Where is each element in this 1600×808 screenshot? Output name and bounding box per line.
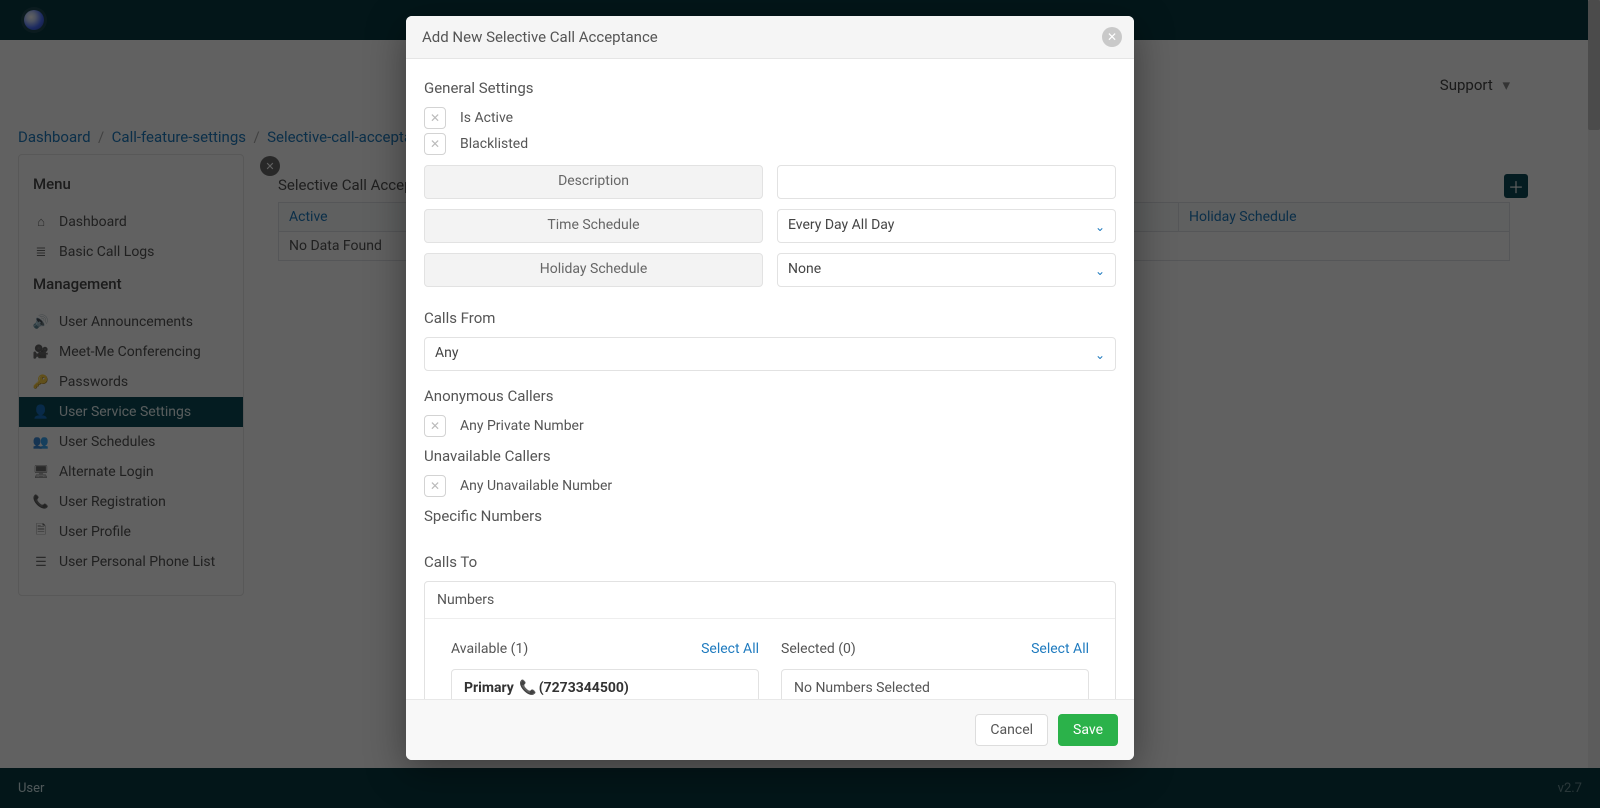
description-label: Description xyxy=(424,165,763,199)
holiday-schedule-select[interactable]: None ⌄ xyxy=(777,253,1116,287)
available-number-prefix: Primary xyxy=(464,680,514,696)
modal-close-button[interactable]: ✕ xyxy=(1102,27,1122,47)
holiday-schedule-label: Holiday Schedule xyxy=(424,253,763,287)
close-icon: ✕ xyxy=(1107,30,1117,44)
section-unavail-callers: Unavailable Callers xyxy=(424,447,1116,465)
chevron-down-icon: ⌄ xyxy=(1095,220,1105,234)
section-general: General Settings xyxy=(424,79,1116,97)
holiday-schedule-value: None xyxy=(788,261,821,277)
section-calls-from: Calls From xyxy=(424,309,1116,327)
selected-heading: Selected (0) xyxy=(781,641,856,657)
description-input[interactable] xyxy=(777,165,1116,199)
section-calls-to: Calls To xyxy=(424,553,1116,571)
available-heading: Available (1) xyxy=(451,641,528,657)
modal-title: Add New Selective Call Acceptance xyxy=(422,28,658,46)
section-anon-callers: Anonymous Callers xyxy=(424,387,1116,405)
selected-select-all[interactable]: Select All xyxy=(1031,641,1089,657)
selected-empty-item: No Numbers Selected xyxy=(781,669,1089,699)
section-specific-numbers: Specific Numbers xyxy=(424,507,1116,525)
calls-from-select[interactable]: Any ⌄ xyxy=(424,337,1116,371)
numbers-heading: Numbers xyxy=(425,582,1115,619)
cancel-button[interactable]: Cancel xyxy=(975,714,1048,746)
time-schedule-select[interactable]: Every Day All Day ⌄ xyxy=(777,209,1116,243)
blacklisted-label: Blacklisted xyxy=(460,136,528,152)
is-active-checkbox[interactable]: ✕ xyxy=(424,107,446,129)
any-unavailable-label: Any Unavailable Number xyxy=(460,478,612,494)
time-schedule-label: Time Schedule xyxy=(424,209,763,243)
available-number-item[interactable]: Primary 📞(7273344500) xyxy=(451,669,759,699)
time-schedule-value: Every Day All Day xyxy=(788,217,894,233)
modal-header: Add New Selective Call Acceptance ✕ xyxy=(406,16,1134,59)
modal-footer: Cancel Save xyxy=(406,699,1134,760)
selected-column: Selected (0) Select All No Numbers Selec… xyxy=(781,641,1089,699)
save-button[interactable]: Save xyxy=(1058,714,1118,746)
is-active-label: Is Active xyxy=(460,110,513,126)
modal-body: General Settings ✕ Is Active ✕ Blacklist… xyxy=(406,59,1134,699)
numbers-panel: Numbers Available (1) Select All Primary… xyxy=(424,581,1116,699)
any-private-label: Any Private Number xyxy=(460,418,584,434)
modal: Add New Selective Call Acceptance ✕ Gene… xyxy=(406,16,1134,760)
any-private-checkbox[interactable]: ✕ xyxy=(424,415,446,437)
blacklisted-checkbox[interactable]: ✕ xyxy=(424,133,446,155)
call-icon: 📞 xyxy=(519,680,536,696)
chevron-down-icon: ⌄ xyxy=(1095,264,1105,278)
chevron-down-icon: ⌄ xyxy=(1095,348,1105,362)
available-number-value: (7273344500) xyxy=(539,680,629,696)
calls-from-value: Any xyxy=(435,345,459,361)
available-column: Available (1) Select All Primary 📞(72733… xyxy=(451,641,759,699)
available-select-all[interactable]: Select All xyxy=(701,641,759,657)
any-unavailable-checkbox[interactable]: ✕ xyxy=(424,475,446,497)
